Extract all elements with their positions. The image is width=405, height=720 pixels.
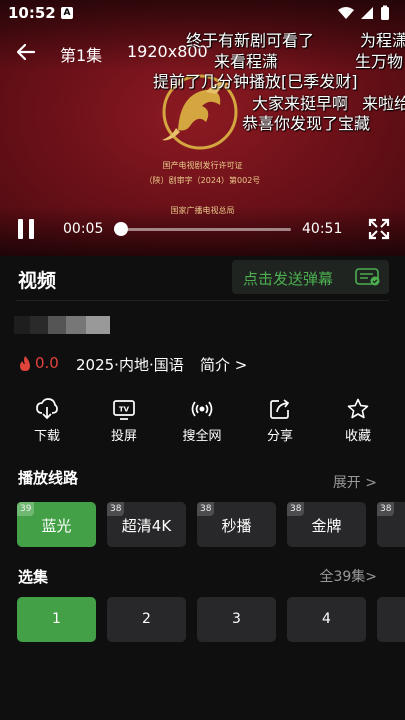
play-line-list: 39 蓝光 38 超清4K 38 秒播 38 金牌 38 — [17, 502, 405, 548]
episode-title: 第1集 — [60, 46, 103, 65]
line-count-badge: 38 — [197, 502, 215, 516]
play-line-label: 金牌 — [311, 517, 342, 535]
line-count-badge: 38 — [107, 502, 125, 516]
play-line-chip[interactable]: 38 金牌 — [287, 502, 366, 547]
score-value: 0.0 — [35, 354, 59, 372]
send-danmaku-button[interactable]: 点击发送弹幕 — [232, 260, 389, 294]
pause-icon[interactable] — [16, 218, 36, 240]
star-icon — [347, 398, 369, 419]
episode-button[interactable]: 1 — [17, 597, 96, 642]
total-time: 40:51 — [302, 221, 343, 237]
meta-info: 2025·内地·国语 — [76, 356, 184, 374]
favorite-button[interactable]: 收藏 — [328, 398, 388, 448]
expand-lines-link[interactable]: 展开 > — [333, 472, 377, 492]
license-line-3: 国家广播电视总局 — [170, 206, 235, 215]
episodes-title: 选集 — [18, 568, 49, 586]
line-count-badge: 38 — [377, 502, 395, 516]
share-icon — [270, 399, 290, 419]
section-title: 视频 — [18, 270, 57, 292]
line-count-badge: 38 — [287, 502, 305, 516]
danmaku-comment: 生万物 — [355, 52, 404, 71]
episode-number: 4 — [322, 611, 331, 627]
play-line-chip[interactable]: 39 蓝光 — [17, 502, 96, 547]
all-episodes-link[interactable]: 全39集> — [319, 566, 377, 586]
danmaku-comment: 提前了几分钟播放[巳季发财] — [153, 72, 358, 91]
play-lines-title: 播放线路 — [18, 469, 79, 487]
danmaku-icon — [355, 268, 380, 286]
meta-row: 0.0 2025·内地·国语 简介 > — [18, 354, 388, 374]
status-icons — [338, 5, 389, 20]
svg-text:TV: TV — [119, 406, 130, 414]
action-label: 下载 — [33, 429, 60, 444]
broadcast-icon — [191, 401, 213, 417]
back-arrow-icon[interactable] — [14, 40, 38, 64]
play-line-label: 蓝光 — [41, 517, 72, 535]
action-label: 搜全网 — [182, 429, 222, 444]
episode-button[interactable]: 3 — [197, 597, 276, 642]
license-line-1: 国产电视剧发行许可证 — [162, 161, 243, 170]
wifi-icon — [338, 7, 354, 19]
share-button[interactable]: 分享 — [250, 398, 310, 448]
license-line-2: （陕）剧审字（2024）第002号 — [144, 176, 261, 185]
intro-link[interactable]: 简介 > — [200, 354, 247, 375]
episode-button[interactable] — [377, 597, 405, 642]
action-bar: 下载 TV 投屏 搜全网 分享 收藏 — [0, 398, 405, 448]
action-label: 投屏 — [110, 429, 137, 444]
signal-icon — [361, 7, 373, 19]
current-time: 00:05 — [63, 221, 104, 237]
tv-cast-icon: TV — [113, 400, 135, 420]
battery-icon — [381, 7, 389, 20]
episode-button[interactable]: 4 — [287, 597, 366, 642]
progress-bar[interactable] — [114, 222, 291, 236]
notification-icon: A — [61, 7, 73, 19]
action-label: 收藏 — [344, 429, 371, 444]
episode-number: 1 — [52, 611, 61, 627]
danmaku-comment: 恭喜你发现了宝藏 — [242, 114, 371, 133]
status-bar: 10:52 A — [0, 0, 405, 28]
line-count-badge: 39 — [17, 502, 35, 516]
search-all-button[interactable]: 搜全网 — [172, 398, 232, 448]
play-line-label: 超清4K — [121, 517, 172, 535]
status-time: 10:52 — [8, 4, 56, 22]
play-line-label: 秒播 — [221, 517, 252, 535]
episode-number: 2 — [142, 611, 151, 627]
fullscreen-icon[interactable] — [368, 218, 390, 240]
episode-list: 1 2 3 4 — [17, 597, 405, 642]
episode-number: 3 — [232, 611, 241, 627]
fire-icon — [20, 356, 30, 371]
play-line-chip[interactable]: 38 超清4K — [107, 502, 186, 547]
play-line-chip[interactable]: 38 — [377, 502, 405, 547]
action-label: 分享 — [266, 429, 293, 444]
download-button[interactable]: 下载 — [17, 398, 77, 448]
play-line-chip[interactable]: 38 秒播 — [197, 502, 276, 547]
cast-button[interactable]: TV 投屏 — [94, 398, 154, 448]
send-danmaku-label: 点击发送弹幕 — [243, 270, 334, 288]
download-icon — [36, 398, 58, 420]
episode-button[interactable]: 2 — [107, 597, 186, 642]
video-player[interactable]: 10:52 A 第1集 1920x800 国产电视剧发行许可证 （陕）剧审字（2… — [0, 0, 405, 256]
divider — [16, 300, 389, 301]
blurred-image-placeholder — [14, 316, 110, 334]
